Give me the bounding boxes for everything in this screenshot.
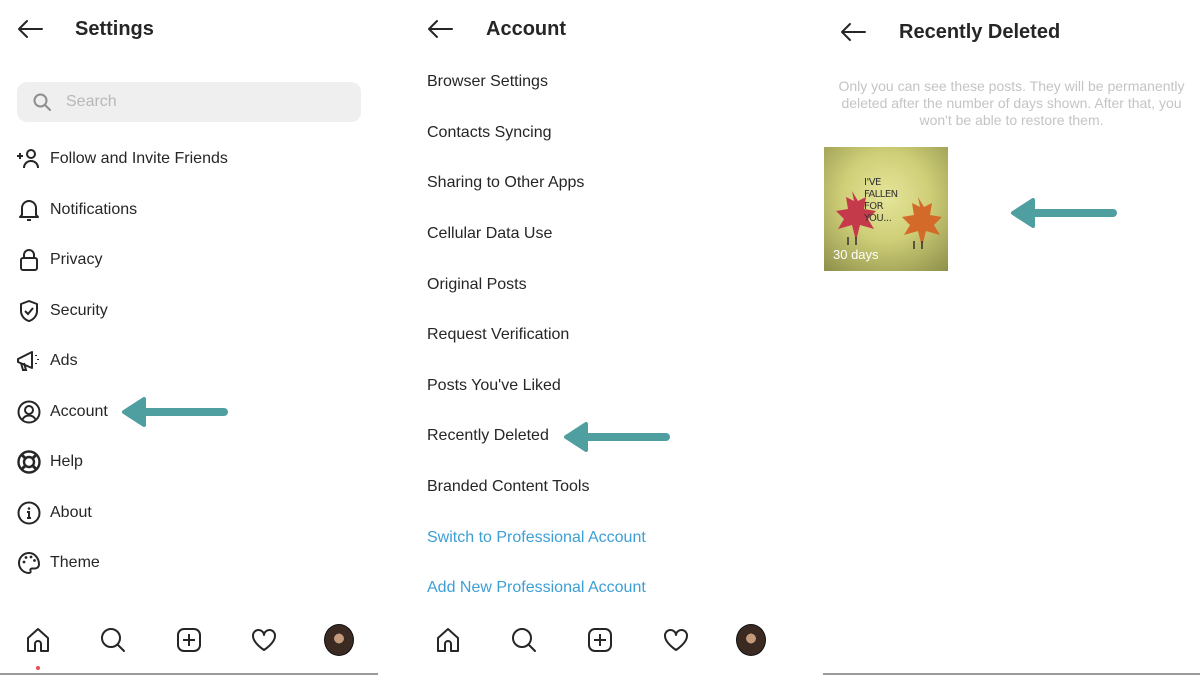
account-screen: Account Browser Settings Contacts Syncin… <box>410 0 820 675</box>
search-icon <box>33 93 51 111</box>
home-icon[interactable] <box>433 625 463 655</box>
search-input[interactable] <box>66 93 326 111</box>
heart-icon[interactable] <box>661 625 691 655</box>
deleted-post-thumbnail[interactable]: I'VE FALLEN FOR YOU... 30 days <box>824 147 948 271</box>
account-item-posts-liked[interactable]: Posts You've Liked <box>427 361 807 412</box>
settings-item-follow-invite[interactable]: Follow and Invite Friends <box>0 134 380 185</box>
page-title: Recently Deleted <box>899 20 1061 43</box>
settings-item-label: Notifications <box>50 200 138 218</box>
info-icon <box>16 500 42 526</box>
account-item-original-posts[interactable]: Original Posts <box>427 259 807 310</box>
days-remaining: 30 days <box>833 247 879 262</box>
new-post-icon[interactable] <box>585 625 615 655</box>
account-item-request-verification[interactable]: Request Verification <box>427 310 807 361</box>
account-item-branded-content[interactable]: Branded Content Tools <box>427 462 807 513</box>
bell-icon <box>16 197 42 223</box>
account-item-browser-settings[interactable]: Browser Settings <box>427 57 807 108</box>
lock-icon <box>16 247 42 273</box>
add-person-icon <box>16 146 42 172</box>
info-text: Only you can see these posts. They will … <box>838 78 1185 128</box>
home-icon[interactable] <box>23 625 53 655</box>
settings-item-privacy[interactable]: Privacy <box>0 235 380 286</box>
search-icon[interactable] <box>98 625 128 655</box>
annotation-arrow <box>564 422 670 452</box>
bottom-nav <box>410 615 820 675</box>
profile-avatar[interactable] <box>736 624 766 656</box>
settings-screen: Settings Follow and Invite Friends Notif… <box>0 0 380 675</box>
settings-item-label: Security <box>50 301 108 319</box>
settings-item-help[interactable]: Help <box>0 437 380 488</box>
settings-item-ads[interactable]: Ads <box>0 336 380 387</box>
settings-item-label: Theme <box>50 554 100 572</box>
settings-item-label: Ads <box>50 352 78 370</box>
recently-deleted-screen: Recently Deleted Only you can see these … <box>823 0 1200 675</box>
settings-item-label: Help <box>50 453 83 471</box>
settings-item-label: Privacy <box>50 251 103 269</box>
back-arrow-icon[interactable] <box>16 18 44 40</box>
heart-icon[interactable] <box>249 625 279 655</box>
account-item-cellular-data[interactable]: Cellular Data Use <box>427 209 807 260</box>
lifebuoy-icon <box>16 449 42 475</box>
back-arrow-icon[interactable] <box>839 21 867 43</box>
search-bar[interactable] <box>17 82 361 122</box>
user-circle-icon <box>16 399 42 425</box>
shield-check-icon <box>16 298 42 324</box>
page-title: Account <box>486 17 566 40</box>
profile-avatar[interactable] <box>324 624 354 656</box>
settings-item-about[interactable]: About <box>0 488 380 539</box>
settings-item-security[interactable]: Security <box>0 286 380 337</box>
settings-item-label: Account <box>50 402 108 420</box>
back-arrow-icon[interactable] <box>426 18 454 40</box>
palette-icon <box>16 550 42 576</box>
settings-item-notifications[interactable]: Notifications <box>0 185 380 236</box>
annotation-arrow <box>1011 198 1117 228</box>
annotation-arrow <box>122 397 228 427</box>
account-item-contacts-syncing[interactable]: Contacts Syncing <box>427 108 807 159</box>
settings-item-label: Follow and Invite Friends <box>50 150 228 168</box>
account-menu: Browser Settings Contacts Syncing Sharin… <box>427 57 807 614</box>
megaphone-icon <box>16 348 42 374</box>
switch-professional-link[interactable]: Switch to Professional Account <box>427 512 807 563</box>
settings-menu: Follow and Invite Friends Notifications … <box>0 134 380 589</box>
bottom-nav <box>0 615 380 675</box>
add-professional-link[interactable]: Add New Professional Account <box>427 563 807 614</box>
page-title: Settings <box>75 17 154 40</box>
post-caption: I'VE FALLEN FOR YOU... <box>864 177 898 224</box>
new-post-icon[interactable] <box>174 625 204 655</box>
account-item-sharing[interactable]: Sharing to Other Apps <box>427 158 807 209</box>
search-icon[interactable] <box>509 625 539 655</box>
notification-dot <box>36 666 40 670</box>
settings-item-label: About <box>50 503 92 521</box>
settings-item-theme[interactable]: Theme <box>0 538 380 589</box>
